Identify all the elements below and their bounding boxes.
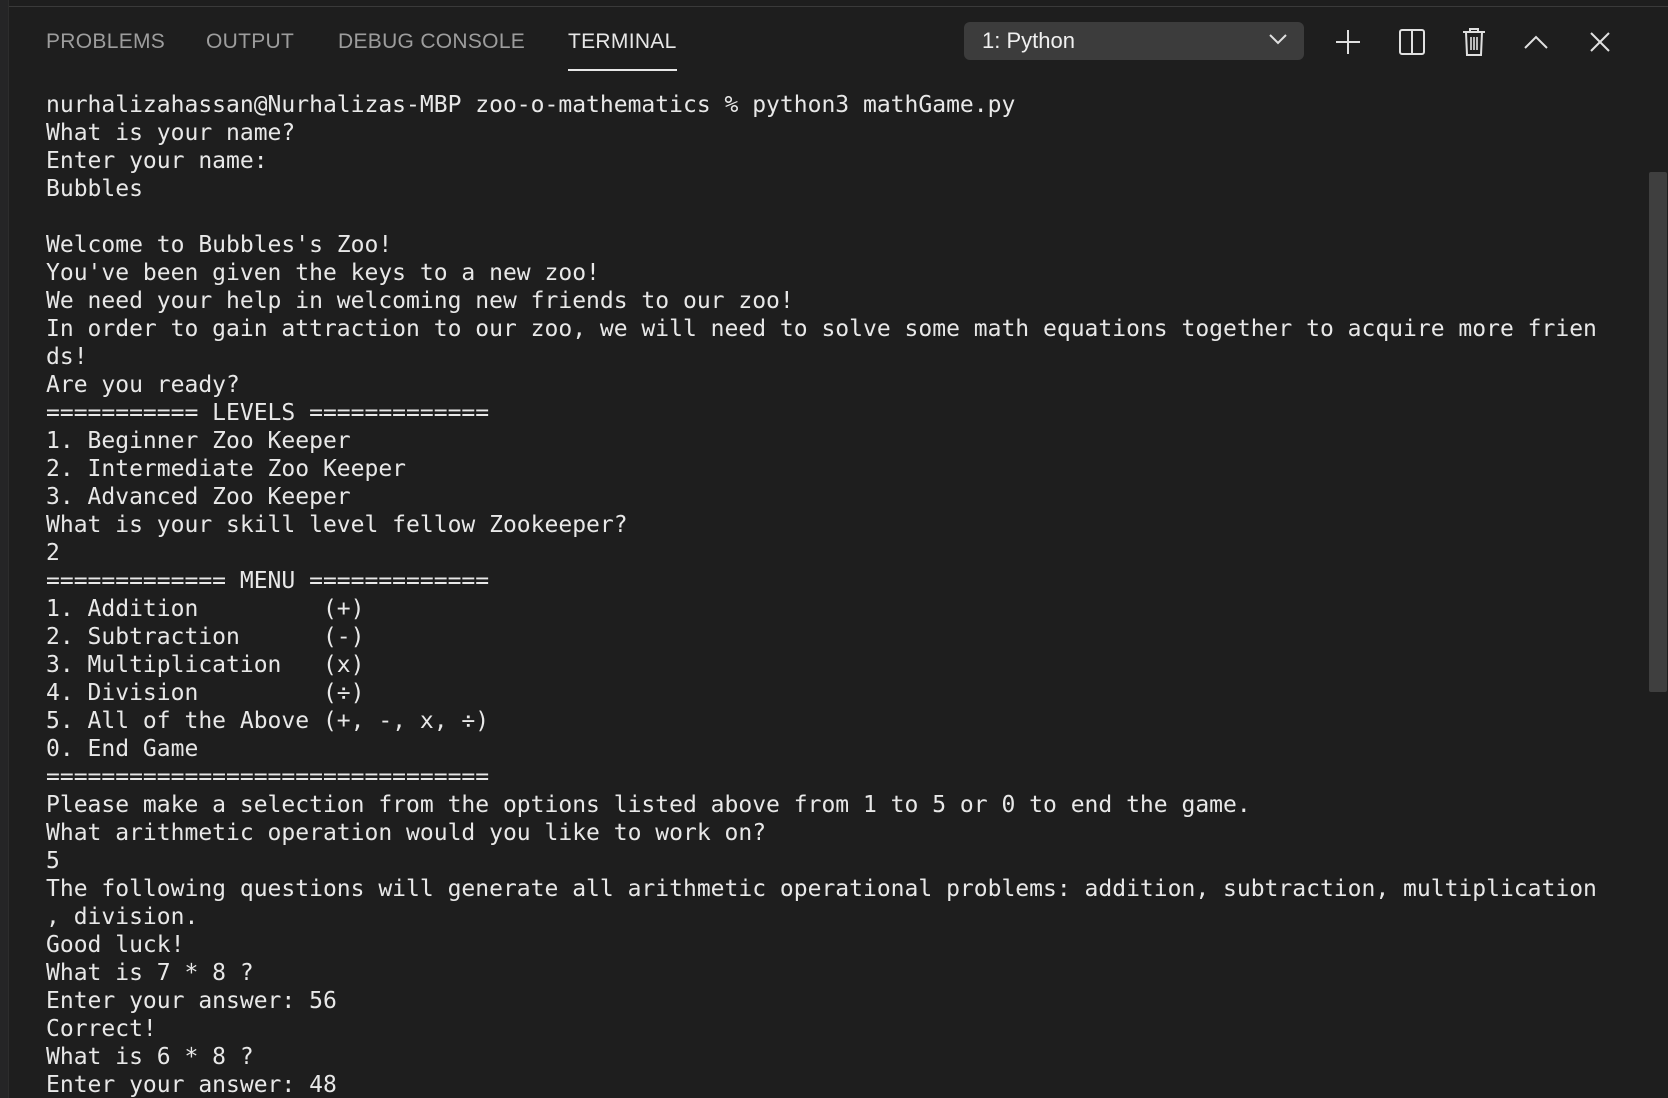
chevron-down-icon <box>1268 32 1288 50</box>
panel-header: PROBLEMS OUTPUT DEBUG CONSOLE TERMINAL 1… <box>9 7 1668 79</box>
terminal-line: Bubbles <box>46 176 143 202</box>
terminal-line: 1. Addition (+) <box>46 596 365 622</box>
terminal-line: ds! <box>46 344 88 370</box>
terminal-line: , division. <box>46 904 199 930</box>
terminal-line: Welcome to Bubbles's Zoo! <box>46 232 393 258</box>
terminal-line: ================================ <box>46 764 490 790</box>
terminal-line: 2. Subtraction (-) <box>46 624 365 650</box>
split-terminal-icon <box>1398 28 1426 56</box>
terminal-line: 5 <box>46 848 60 874</box>
tab-problems[interactable]: PROBLEMS <box>46 29 165 71</box>
terminal-line: ============= MENU ============= <box>46 568 490 594</box>
terminal-scrollbar[interactable] <box>1649 172 1667 692</box>
terminal-line: What is your skill level fellow Zookeepe… <box>46 512 628 538</box>
terminal-line: Good luck! <box>46 932 185 958</box>
terminal-line: You've been given the keys to a new zoo! <box>46 260 600 286</box>
terminal-line: What is 7 * 8 ? <box>46 960 254 986</box>
chevron-up-icon <box>1523 34 1549 50</box>
terminal-line: 2. Intermediate Zoo Keeper <box>46 456 407 482</box>
terminal-select-value: 1: Python <box>982 28 1075 53</box>
terminal-select[interactable]: 1: Python <box>964 22 1304 60</box>
terminal-panel: PROBLEMS OUTPUT DEBUG CONSOLE TERMINAL 1… <box>9 7 1668 1098</box>
plus-icon <box>1334 28 1362 56</box>
close-panel-button[interactable] <box>1582 24 1618 60</box>
terminal-line: In order to gain attraction to our zoo, … <box>46 316 1597 342</box>
terminal-line: Please make a selection from the options… <box>46 792 1251 818</box>
close-icon <box>1589 31 1611 53</box>
new-terminal-button[interactable] <box>1330 24 1366 60</box>
maximize-panel-button[interactable] <box>1518 24 1554 60</box>
sidebar-edge <box>0 0 9 1098</box>
terminal-line: The following questions will generate al… <box>46 876 1597 902</box>
kill-terminal-button[interactable] <box>1456 24 1492 60</box>
terminal-line: Enter your name: <box>46 148 268 174</box>
terminal-line: 3. Multiplication (x) <box>46 652 365 678</box>
terminal-line: Correct! <box>46 1016 157 1042</box>
terminal-line: What arithmetic operation would you like… <box>46 820 767 846</box>
tab-output[interactable]: OUTPUT <box>206 29 294 71</box>
tab-terminal[interactable]: TERMINAL <box>568 29 677 71</box>
terminal-line: 2 <box>46 540 60 566</box>
terminal-line: Are you ready? <box>46 372 240 398</box>
tab-debug-console[interactable]: DEBUG CONSOLE <box>338 29 525 71</box>
terminal-line: What is your name? <box>46 120 296 146</box>
terminal-line: Enter your answer: 56 <box>46 988 337 1014</box>
terminal-line: What is 6 * 8 ? <box>46 1044 254 1070</box>
trash-icon <box>1461 27 1487 57</box>
terminal-line: 3. Advanced Zoo Keeper <box>46 484 351 510</box>
terminal-line: 4. Division (÷) <box>46 680 365 706</box>
terminal-line: 1. Beginner Zoo Keeper <box>46 428 351 454</box>
editor-top-edge <box>0 0 1668 7</box>
terminal-line: nurhalizahassan@Nurhalizas-MBP zoo-o-mat… <box>46 92 1016 118</box>
terminal-line: 5. All of the Above (+, -, x, ÷) <box>46 708 490 734</box>
terminal-line: 0. End Game <box>46 736 199 762</box>
terminal-line: =========== LEVELS ============= <box>46 400 490 426</box>
terminal-output[interactable]: nurhalizahassan@Nurhalizas-MBP zoo-o-mat… <box>46 91 1646 1098</box>
split-terminal-button[interactable] <box>1394 24 1430 60</box>
terminal-line: Enter your answer: 48 <box>46 1072 337 1098</box>
terminal-line: We need your help in welcoming new frien… <box>46 288 794 314</box>
